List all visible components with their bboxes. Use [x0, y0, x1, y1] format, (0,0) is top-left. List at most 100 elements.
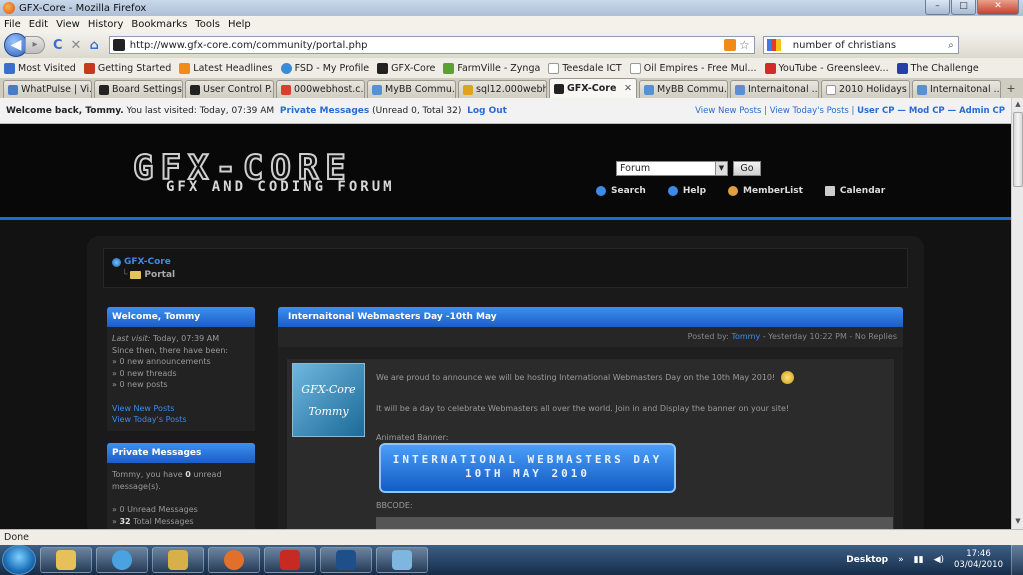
menu-file[interactable]: File	[4, 19, 21, 30]
smiley-icon	[781, 371, 795, 384]
browser-tab[interactable]: 2010 Holidays ...	[821, 80, 910, 98]
bookmark-item[interactable]: FSD - My Profile	[280, 62, 369, 74]
forum-jump-select[interactable]: Forum ▼	[616, 161, 728, 176]
browser-tab[interactable]: WhatPulse | Vi...	[3, 80, 92, 98]
view-posts-links[interactable]: View New Posts | View Today's Posts |	[695, 106, 854, 116]
bookmark-item[interactable]: GFX-Core	[377, 62, 435, 74]
nav-calendar[interactable]: Calendar	[824, 186, 885, 196]
site-tagline: GFX AND CODING FORUM	[166, 179, 395, 195]
search-input[interactable]: number of christians	[793, 40, 896, 51]
menu-history[interactable]: History	[88, 19, 124, 30]
tab-strip: WhatPulse | Vi... Board Settings... User…	[0, 78, 1023, 98]
browser-tab[interactable]: 000webhost.c...	[276, 80, 365, 98]
windows-taskbar: Desktop » ▮▮ ◀) 17:46 03/04/2010	[0, 545, 1023, 575]
taskbar-media-player[interactable]	[96, 547, 148, 573]
tab-close-icon[interactable]: ✕	[624, 83, 632, 94]
go-button[interactable]: Go	[733, 161, 761, 176]
close-button[interactable]: ✕	[977, 0, 1019, 15]
google-icon[interactable]	[766, 39, 781, 51]
taskbar-folder[interactable]	[152, 547, 204, 573]
bookmark-icon	[896, 62, 908, 74]
menu-edit[interactable]: Edit	[29, 19, 48, 30]
bookmark-item[interactable]: The Challenge	[896, 62, 979, 74]
bookmark-item[interactable]: Most Visited	[4, 62, 76, 74]
forward-button[interactable]: ▸	[25, 36, 45, 54]
tab-favicon	[8, 84, 18, 95]
maximize-button[interactable]: □	[951, 0, 976, 15]
since-text: Since then, there have been:	[112, 345, 229, 355]
browser-tab[interactable]: sql12.000webh...	[458, 80, 547, 98]
stop-icon[interactable]: ✕	[71, 38, 82, 53]
breadcrumb-root[interactable]: GFX-Core	[124, 257, 171, 267]
chevron-down-icon[interactable]: ▼	[715, 162, 727, 175]
private-messages-link[interactable]: Private Messages	[280, 106, 369, 116]
site-icon	[112, 39, 125, 51]
page-scrollbar[interactable]: ▲ ▼	[1011, 98, 1023, 529]
site-header: GFX-CORE GFX AND CODING FORUM Forum ▼ Go …	[0, 124, 1011, 220]
view-todays-posts-link[interactable]: View Today's Posts	[112, 414, 250, 426]
browser-tab[interactable]: MyBB Commu...	[367, 80, 456, 98]
tray-expand-icon[interactable]: »	[898, 555, 904, 565]
nav-help[interactable]: Help	[667, 186, 706, 196]
reload-icon[interactable]: C	[53, 38, 63, 53]
taskbar-filezilla[interactable]	[264, 547, 316, 573]
minimize-button[interactable]: –	[925, 0, 950, 15]
content-panel: GFX-Core └ Portal Welcome, Tommy Last vis…	[87, 236, 924, 529]
title-bar[interactable]: GFX-Core - Mozilla Firefox – □ ✕	[0, 0, 1023, 16]
nav-memberlist[interactable]: MemberList	[728, 186, 803, 196]
bbcode-textbox[interactable]	[376, 517, 893, 529]
window-title: GFX-Core - Mozilla Firefox	[19, 2, 147, 14]
browser-tab-active[interactable]: GFX-Core ✕	[549, 78, 637, 98]
menu-tools[interactable]: Tools	[195, 19, 220, 30]
bookmark-item[interactable]: YouTube - Greensleev...	[764, 62, 889, 74]
search-bar[interactable]: number of christians ⌕	[762, 36, 959, 54]
clock[interactable]: 17:46 03/04/2010	[954, 549, 1003, 571]
new-tab-button[interactable]: +	[1003, 82, 1019, 98]
view-new-posts-link[interactable]: View New Posts	[112, 403, 250, 415]
volume-icon[interactable]: ◀)	[934, 555, 944, 565]
pm-unread-count: 0	[185, 470, 191, 479]
filezilla-icon	[280, 550, 300, 570]
bookmarks-toolbar: Most Visited Getting Started Latest Head…	[0, 58, 1023, 78]
browser-tab[interactable]: Internaitonal ...	[730, 80, 819, 98]
scroll-up-icon[interactable]: ▲	[1013, 100, 1023, 110]
network-icon[interactable]: ▮▮	[914, 555, 924, 565]
browser-tab[interactable]: MyBB Commu...	[639, 80, 728, 98]
browser-tab[interactable]: Board Settings...	[94, 80, 183, 98]
browser-tab[interactable]: Internaitonal ...	[912, 80, 1001, 98]
avatar[interactable]: GFX-Core Tommy	[292, 363, 365, 437]
start-button[interactable]	[2, 545, 36, 575]
nav-search[interactable]: Search	[596, 186, 646, 196]
breadcrumb-current: Portal	[144, 270, 176, 280]
scrollbar-thumb[interactable]	[1013, 112, 1023, 187]
search-icon[interactable]: ⌕	[948, 40, 954, 51]
stat-line: » 0 new threads	[112, 368, 177, 378]
home-icon[interactable]: ⌂	[89, 38, 98, 53]
menu-help[interactable]: Help	[228, 19, 251, 30]
url-text[interactable]: http://www.gfx-core.com/community/portal…	[130, 40, 368, 51]
tab-favicon	[554, 83, 564, 94]
logout-link[interactable]: Log Out	[467, 106, 507, 116]
url-bar[interactable]: http://www.gfx-core.com/community/portal…	[108, 36, 755, 54]
browser-tab[interactable]: User Control P...	[185, 80, 274, 98]
tab-favicon	[372, 84, 382, 95]
star-icon[interactable]: ☆	[739, 38, 750, 52]
rss-icon[interactable]	[724, 39, 736, 51]
menu-view[interactable]: View	[56, 19, 80, 30]
show-desktop-button[interactable]	[1011, 545, 1023, 575]
taskbar-firefox[interactable]	[208, 547, 260, 573]
post-author-link[interactable]: Tommy	[731, 332, 760, 341]
taskbar-notepad[interactable]	[376, 547, 428, 573]
bookmark-item[interactable]: Latest Headlines	[179, 62, 273, 74]
desktop-toolbar[interactable]: Desktop	[846, 555, 888, 565]
bookmark-item[interactable]: Oil Empires - Free Mul...	[629, 62, 757, 74]
taskbar-explorer[interactable]	[40, 547, 92, 573]
taskbar-photoshop[interactable]	[320, 547, 372, 573]
scroll-down-icon[interactable]: ▼	[1013, 517, 1023, 527]
control-panel-links[interactable]: User CP — Mod CP — Admin CP	[857, 106, 1005, 116]
menu-bookmarks[interactable]: Bookmarks	[131, 19, 187, 30]
announcement-title[interactable]: Internaitonal Webmasters Day -10th May	[278, 307, 903, 327]
bookmark-item[interactable]: Getting Started	[83, 62, 171, 74]
bookmark-item[interactable]: Teesdale ICT	[548, 62, 622, 74]
bookmark-item[interactable]: FarmVille - Zynga	[443, 62, 540, 74]
